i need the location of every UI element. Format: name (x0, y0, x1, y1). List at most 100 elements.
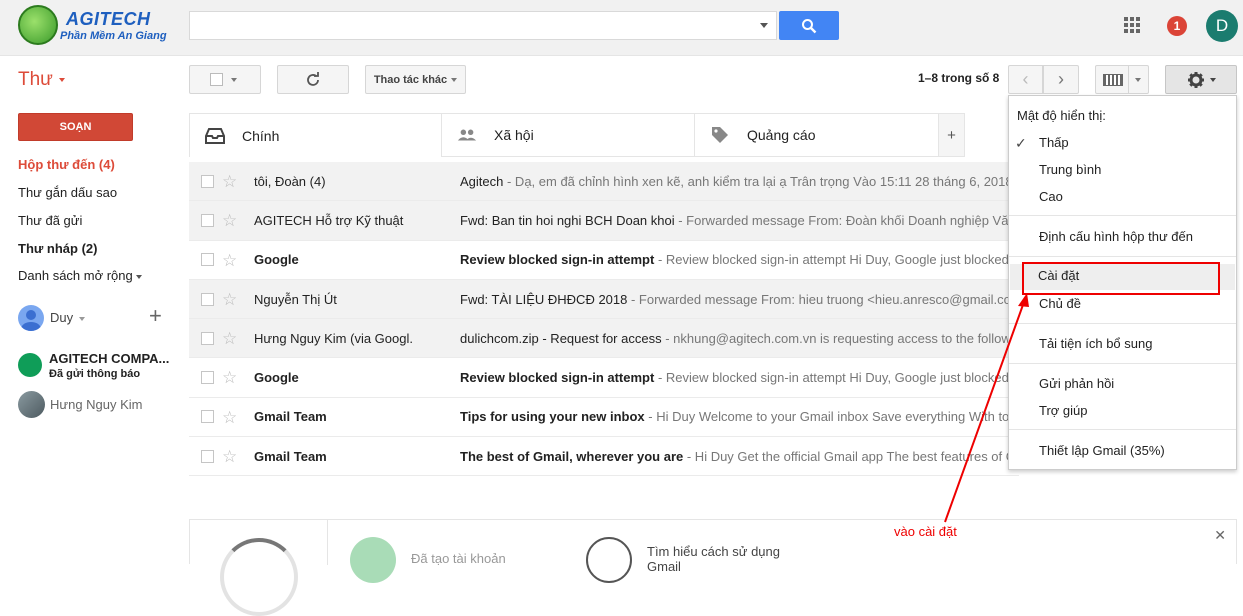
table-row[interactable]: ☆ Google Review blocked sign-in attempt - … (189, 240, 1019, 280)
older-button[interactable]: › (1043, 65, 1079, 94)
account-avatar[interactable]: D (1206, 10, 1238, 42)
row-checkbox[interactable] (201, 213, 214, 227)
row-sender: tôi, Đoàn (4) (254, 173, 326, 189)
row-checkbox[interactable] (201, 449, 214, 463)
sidebar-item-more[interactable]: Danh sách mở rộng (18, 268, 142, 283)
user-avatar (18, 305, 44, 331)
row-snippet: - Forwarded message From: Đoàn khối Doan… (674, 212, 1016, 228)
tab-label: Quảng cáo (747, 127, 816, 143)
refresh-button[interactable] (277, 65, 349, 94)
hangouts-user-name: Duy (50, 310, 74, 325)
chevron-down-icon (135, 274, 142, 279)
star-icon[interactable]: ☆ (222, 290, 237, 310)
menu-item-feedback[interactable]: Gửi phản hồi (1039, 376, 1114, 391)
notification-badge[interactable]: 1 (1167, 16, 1187, 36)
table-row[interactable]: ☆ Nguyễn Thị Út Fwd: TÀI LIỆU ĐHĐCĐ 2018 -… (189, 279, 1019, 320)
inbox-icon (205, 127, 225, 144)
tab-social[interactable]: Xã hội (442, 114, 695, 157)
table-row[interactable]: ☆ Gmail Team The best of Gmail, wherever y… (189, 437, 1019, 477)
inbox-tabs: Chính Xã hội Quảng cáo + (189, 113, 965, 157)
newer-button[interactable]: ‹ (1008, 65, 1043, 94)
page-count: 1–8 trong số 8 (918, 71, 1000, 85)
sidebar-item-inbox[interactable]: Hộp thư đến (4) (18, 157, 115, 172)
chevron-down-icon (451, 77, 458, 82)
row-sender: Gmail Team (254, 448, 327, 464)
star-icon[interactable]: ☆ (222, 172, 237, 192)
row-checkbox[interactable] (201, 253, 214, 267)
menu-item-themes[interactable]: Chủ đề (1039, 296, 1081, 311)
group-chat-icon (18, 353, 42, 377)
menu-item-density-compact[interactable]: Thấp (1015, 135, 1068, 152)
row-sender: Google (254, 252, 299, 268)
more-actions-button[interactable]: Thao tác khác (365, 65, 466, 94)
row-checkbox[interactable] (201, 174, 214, 188)
setup-step-label[interactable]: Tìm hiểu cách sử dụng Gmail (647, 544, 780, 574)
row-checkbox[interactable] (201, 371, 214, 385)
more-actions-label: Thao tác khác (373, 73, 448, 86)
table-row[interactable]: ☆ Google Review blocked sign-in attempt - … (189, 358, 1019, 398)
table-row[interactable]: ☆ Hưng Nguy Kim (via Googl. dulichcom.zip … (189, 319, 1019, 359)
menu-item-configure-inbox[interactable]: Định cấu hình hộp thư đến (1039, 229, 1193, 244)
row-sender: Hưng Nguy Kim (via Googl. (254, 330, 413, 346)
tab-primary[interactable]: Chính (189, 114, 442, 157)
star-icon[interactable]: ☆ (222, 408, 237, 428)
sidebar-item-sent[interactable]: Thư đã gửi (18, 213, 82, 228)
row-checkbox[interactable] (201, 331, 214, 345)
search-options-chevron-icon[interactable] (760, 23, 768, 28)
apps-grid-icon[interactable] (1124, 17, 1140, 33)
add-chat-icon[interactable]: + (149, 303, 162, 329)
select-all-checkbox[interactable] (210, 73, 223, 86)
row-subject: Review blocked sign-in attempt - Review … (460, 252, 1019, 268)
gear-icon (1187, 71, 1204, 88)
add-tab-button[interactable]: + (939, 114, 965, 157)
close-icon[interactable]: ✕ (1214, 527, 1226, 544)
row-checkbox[interactable] (201, 292, 214, 306)
star-icon[interactable]: ☆ (222, 251, 237, 271)
menu-item-density-comfortable[interactable]: Trung bình (1039, 162, 1101, 177)
mail-switcher[interactable]: Thư (18, 69, 65, 91)
annotation-highlight-box (1022, 262, 1220, 295)
menu-item-help[interactable]: Trợ giúp (1039, 403, 1088, 418)
table-row[interactable]: ☆ AGITECH Hỗ trợ Kỹ thuật Fwd: Ban tin hoi… (189, 201, 1019, 241)
chat-contact-name: AGITECH COMPA... (49, 351, 170, 366)
table-row[interactable]: ☆ Gmail Team Tips for using your new inbox… (189, 397, 1019, 438)
sidebar-item-drafts[interactable]: Thư nháp (2) (18, 241, 97, 256)
star-icon[interactable]: ☆ (222, 329, 237, 349)
star-icon[interactable]: ☆ (222, 447, 237, 467)
menu-item-addons[interactable]: Tải tiện ích bổ sung (1039, 336, 1152, 351)
chat-contact-name: Hưng Nguy Kim (50, 397, 143, 412)
menu-item-setup-progress[interactable]: Thiết lập Gmail (35%) (1039, 443, 1165, 458)
menu-item-density-high[interactable]: Cao (1039, 189, 1063, 204)
row-subject: Review blocked sign-in attempt - Review … (460, 370, 1019, 386)
sidebar-item-starred[interactable]: Thư gắn dấu sao (18, 185, 117, 200)
row-snippet: - Review blocked sign-in attempt Hi Duy,… (654, 370, 1019, 386)
tab-label: Xã hội (494, 127, 534, 143)
agitech-logo[interactable]: AGITECH Phần Mềm An Giang (18, 5, 168, 49)
search-input[interactable] (189, 11, 777, 40)
chevron-right-icon: › (1058, 69, 1064, 89)
row-subject: Fwd: TÀI LIỆU ĐHĐCĐ 2018 - Forwarded mes… (460, 291, 1011, 307)
row-sender: Gmail Team (254, 409, 327, 425)
chat-contact-agitech[interactable]: AGITECH COMPA... Đã gửi thông báo (18, 350, 178, 382)
hangouts-user[interactable]: Duy + (18, 303, 178, 335)
search-button[interactable] (779, 11, 839, 40)
row-snippet: - nkhung@agitech.com.vn is requesting ac… (661, 330, 1014, 346)
row-checkbox[interactable] (201, 410, 214, 424)
check-icon (350, 537, 396, 583)
input-tools-button[interactable] (1095, 65, 1149, 94)
email-list: ☆ tôi, Đoàn (4) Agitech - Dạ, em đã chỉnh … (189, 162, 1019, 477)
refresh-icon (307, 71, 319, 86)
logo-emblem (18, 5, 58, 45)
tab-promotions[interactable]: Quảng cáo (695, 114, 939, 157)
star-icon[interactable]: ☆ (222, 368, 237, 388)
star-icon[interactable]: ☆ (222, 211, 237, 231)
tab-label: Chính (242, 127, 280, 144)
table-row[interactable]: ☆ tôi, Đoàn (4) Agitech - Dạ, em đã chỉnh … (189, 162, 1019, 202)
chat-contact-hung[interactable]: Hưng Nguy Kim (18, 391, 178, 419)
compose-button[interactable]: SOẠN (18, 113, 133, 141)
select-dropdown-button[interactable] (189, 65, 261, 94)
row-snippet: - Hi Duy Get the official Gmail app The … (683, 448, 1016, 464)
chevron-down-icon (231, 78, 237, 82)
chevron-down-icon (58, 77, 65, 82)
settings-gear-button[interactable] (1165, 65, 1237, 94)
